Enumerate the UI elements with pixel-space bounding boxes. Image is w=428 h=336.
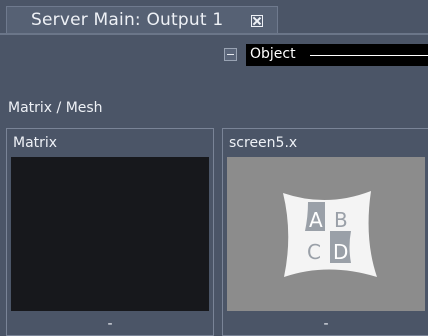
mesh-preview[interactable]: A B C D — [227, 157, 425, 311]
close-icon[interactable] — [251, 15, 263, 27]
object-header[interactable]: Object — [246, 44, 428, 66]
mesh-letter-c: C — [307, 240, 321, 264]
mesh-panel-title: screen5.x — [229, 135, 298, 151]
mesh-letter-b: B — [334, 208, 348, 232]
tab-divider — [0, 33, 428, 35]
object-label: Object — [250, 46, 296, 62]
collapse-icon[interactable] — [224, 48, 237, 61]
tab-output-1[interactable]: Server Main: Output 1 — [6, 6, 278, 34]
mesh-letter-d: D — [333, 240, 348, 264]
object-section: Object — [222, 44, 428, 66]
matrix-panel[interactable]: Matrix - — [6, 128, 214, 336]
matrix-mesh-label: Matrix / Mesh — [8, 100, 103, 116]
matrix-panel-title: Matrix — [13, 135, 58, 151]
matrix-panel-footer[interactable]: - — [7, 313, 213, 335]
mesh-footer-value: - — [323, 316, 329, 332]
mesh-panel-footer[interactable]: - — [223, 313, 428, 335]
tab-title: Server Main: Output 1 — [31, 10, 224, 30]
matrix-footer-value: - — [107, 316, 113, 332]
matrix-preview[interactable] — [11, 157, 209, 311]
object-header-line — [310, 55, 428, 56]
mesh-panel[interactable]: screen5.x A B C D - — [222, 128, 428, 336]
mesh-preview-image: A B C D — [283, 191, 377, 277]
tab-bar: Server Main: Output 1 — [0, 0, 428, 35]
mesh-letter-a: A — [309, 208, 323, 232]
